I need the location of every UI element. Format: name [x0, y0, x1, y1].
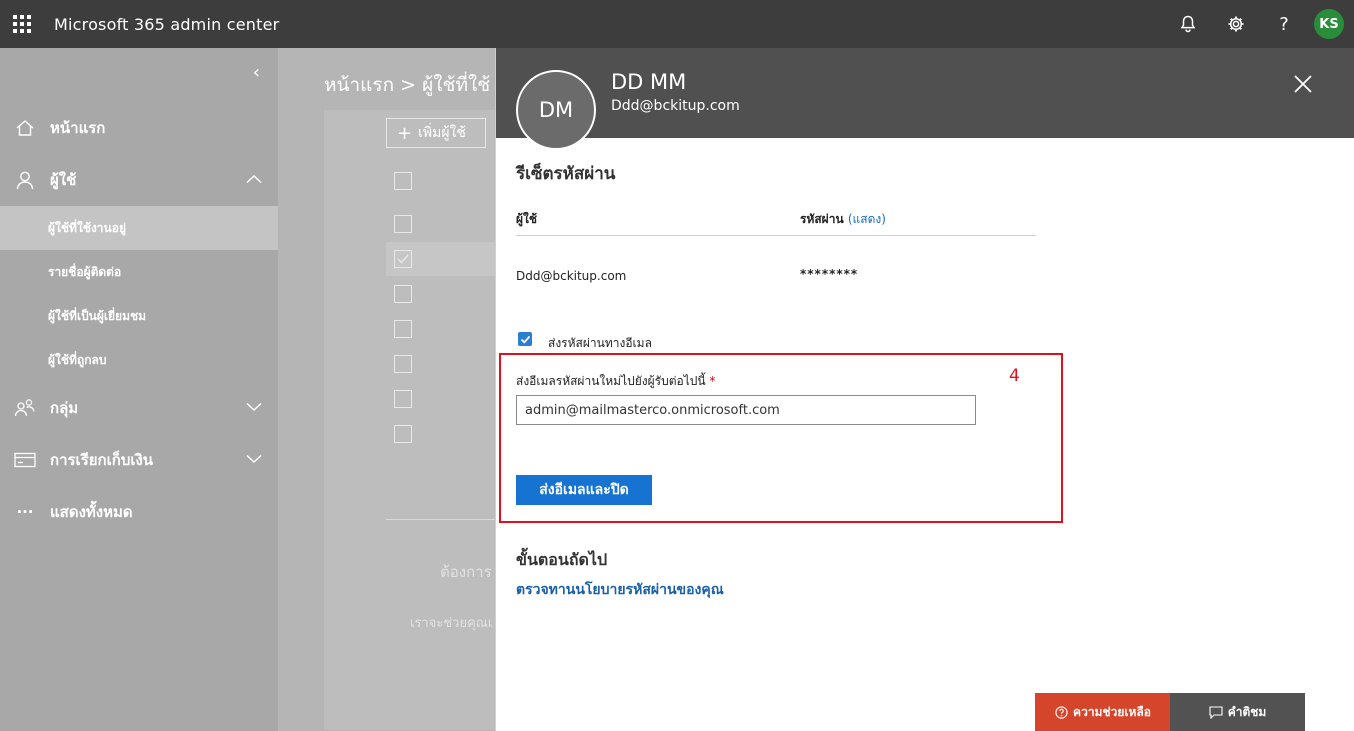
help-button-label: ความช่วยเหลือ [1073, 704, 1151, 719]
add-user-button[interactable]: + เพิ่มผู้ใช้ [386, 118, 486, 148]
sidebar: ‹ หน้าแรก ผู้ใช้ ผู้ใช้ที่ใช้งานอยู่ ราย… [0, 48, 278, 731]
chevron-down-icon [246, 398, 262, 416]
ellipsis-icon: ··· [16, 503, 34, 521]
annotation-step-number: 4 [1009, 366, 1020, 386]
plus-icon: + [397, 122, 413, 144]
row-checkbox[interactable] [394, 355, 412, 373]
section-title: รีเซ็ตรหัสผ่าน [516, 164, 616, 184]
users-card [324, 110, 495, 730]
sidebar-item-label: หน้าแรก [50, 119, 106, 137]
sidebar-subitem-active-users[interactable]: ผู้ใช้ที่ใช้งานอยู่ [0, 206, 278, 250]
waffle-icon[interactable] [0, 0, 44, 48]
app-title[interactable]: Microsoft 365 admin center [54, 15, 279, 34]
help-icon[interactable]: ? [1260, 0, 1308, 48]
comment-icon [1209, 705, 1223, 719]
column-header-password: รหัสผ่าน (แสดง) [800, 210, 886, 229]
row-password-value: ******** [800, 267, 859, 281]
feedback-button-label: คำติชม [1227, 704, 1267, 719]
row-user-value: Ddd@bckitup.com [516, 269, 627, 283]
email-password-checkbox-label: ส่งรหัสผ่านทางอีเมล [548, 336, 652, 350]
recipient-label-text: ส่งอีเมลรหัสผ่านใหม่ไปยังผู้รับต่อไปนี้ [516, 374, 706, 388]
divider [386, 519, 495, 520]
feedback-button[interactable]: คำติชม [1170, 693, 1305, 731]
reset-password-panel: DD MM Ddd@bckitup.com DM รีเซ็ตรหัสผ่าน … [495, 48, 1354, 731]
billing-icon [12, 450, 38, 470]
row-checkbox[interactable] [394, 425, 412, 443]
show-password-link[interactable]: (แสดง) [848, 212, 886, 226]
email-password-checkbox[interactable] [518, 332, 532, 346]
chevron-up-icon [246, 170, 262, 188]
home-icon [12, 118, 38, 138]
checkmark-icon [520, 335, 530, 344]
sidebar-item-show-all[interactable]: ··· แสดงทั้งหมด [0, 486, 278, 538]
row-checkbox[interactable] [394, 215, 412, 233]
sidebar-item-groups[interactable]: กลุ่ม [0, 382, 278, 434]
select-all-checkbox[interactable] [394, 172, 412, 190]
main-content: หน้าแรก > ผู้ใช้ที่ใช้ + เพิ่มผู้ใช้ ต้อ… [278, 48, 495, 731]
help-prompt-subtext: เราจะช่วยคุณเ [410, 616, 493, 631]
bell-icon[interactable] [1164, 0, 1212, 48]
sidebar-item-label: การเรียกเก็บเงิน [50, 451, 154, 469]
sidebar-item-label: ผู้ใช้ [50, 171, 77, 189]
row-checkbox[interactable] [394, 250, 412, 268]
panel-header: DD MM Ddd@bckitup.com [496, 48, 1354, 138]
collapse-nav-icon[interactable]: ‹ [253, 62, 260, 83]
sidebar-subitem-guest-users[interactable]: ผู้ใช้ที่เป็นผู้เยี่ยมชม [0, 294, 278, 338]
recipient-email-input[interactable] [516, 395, 976, 425]
required-mark: * [709, 374, 716, 388]
password-label: รหัสผ่าน [800, 212, 844, 226]
top-bar: Microsoft 365 admin center ? KS [0, 0, 1354, 48]
next-steps-title: ขั้นตอนถัดไป [516, 550, 608, 569]
header-divider [516, 235, 1036, 236]
sidebar-subitem-deleted-users[interactable]: ผู้ใช้ที่ถูกลบ [0, 338, 278, 382]
add-user-label: เพิ่มผู้ใช้ [418, 125, 466, 141]
sidebar-item-home[interactable]: หน้าแรก [0, 102, 278, 154]
review-password-policy-link[interactable]: ตรวจทานนโยบายรหัสผ่านของคุณ [516, 579, 724, 601]
help-circle-icon [1054, 705, 1068, 719]
sidebar-subitem-contacts[interactable]: รายชื่อผู้ติดต่อ [0, 250, 278, 294]
row-checkbox[interactable] [394, 320, 412, 338]
sidebar-item-label: แสดงทั้งหมด [50, 503, 133, 521]
close-icon[interactable] [1291, 72, 1315, 96]
send-email-and-close-button[interactable]: ส่งอีเมลและปิด [516, 475, 652, 505]
user-avatar: DM [516, 70, 596, 150]
row-checkbox[interactable] [394, 390, 412, 408]
recipient-field-label: ส่งอีเมลรหัสผ่านใหม่ไปยังผู้รับต่อไปนี้ … [516, 372, 715, 391]
column-header-user: ผู้ใช้ [516, 212, 538, 226]
account-avatar[interactable]: KS [1314, 9, 1344, 39]
sidebar-item-label: กลุ่ม [50, 399, 79, 417]
help-prompt-text: ต้องการ [440, 563, 492, 581]
group-icon [12, 398, 38, 418]
row-checkbox[interactable] [394, 285, 412, 303]
help-button[interactable]: ความช่วยเหลือ [1035, 693, 1170, 731]
user-display-name: DD MM [611, 70, 687, 94]
chevron-down-icon [246, 450, 262, 468]
user-email: Ddd@bckitup.com [611, 98, 740, 114]
breadcrumb: หน้าแรก > ผู้ใช้ที่ใช้ [324, 74, 491, 96]
gear-icon[interactable] [1212, 0, 1260, 48]
sidebar-item-billing[interactable]: การเรียกเก็บเงิน [0, 434, 278, 486]
sidebar-item-users[interactable]: ผู้ใช้ [0, 154, 278, 206]
person-icon [12, 170, 38, 190]
